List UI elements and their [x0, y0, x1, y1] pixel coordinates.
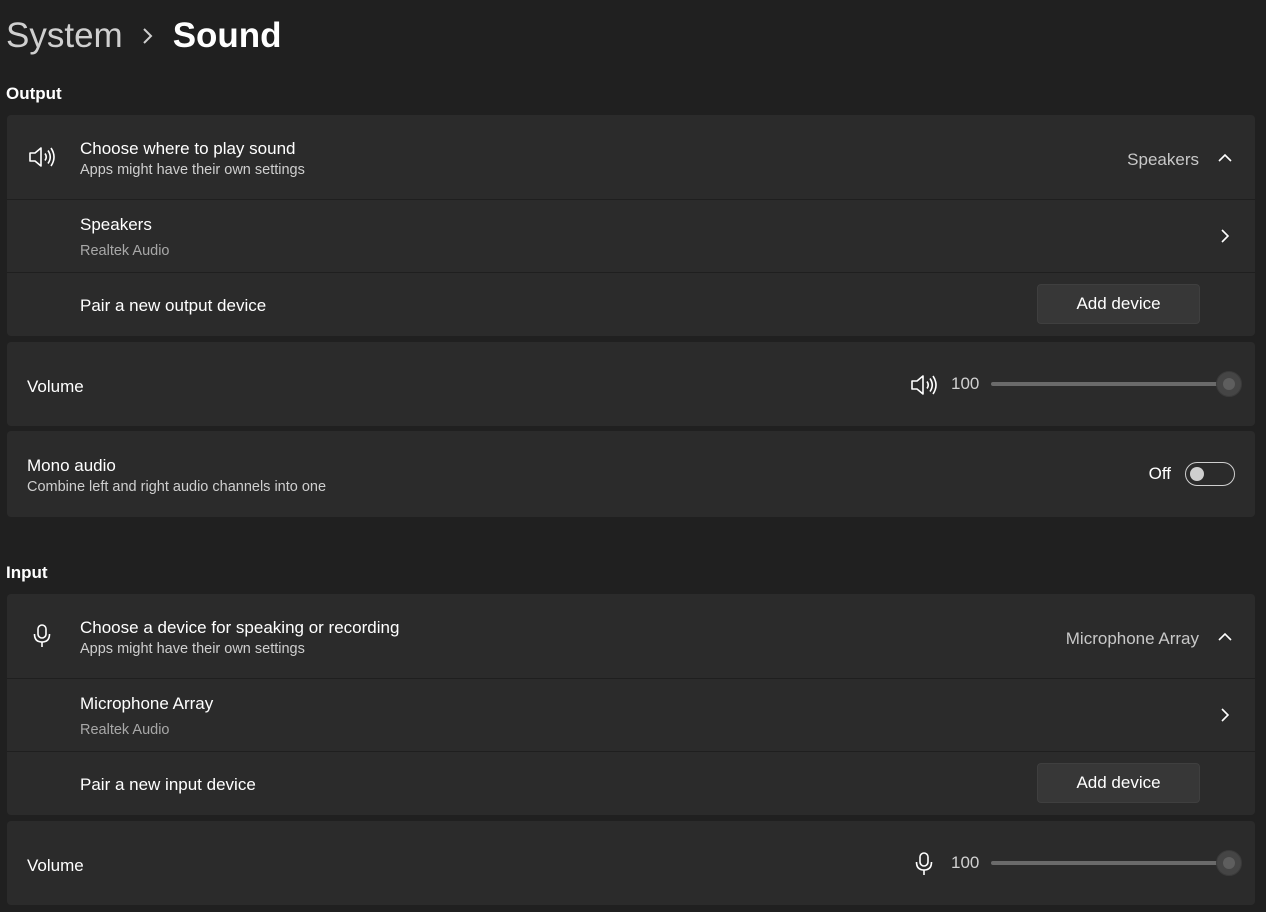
pair-input-label: Pair a new input device	[80, 775, 256, 794]
input-device-driver: Realtek Audio	[80, 722, 170, 738]
output-volume-slider[interactable]	[991, 371, 1242, 397]
microphone-icon	[27, 621, 57, 651]
breadcrumb-system[interactable]: System	[6, 16, 123, 56]
add-input-device-button[interactable]: Add device	[1037, 763, 1200, 803]
selected-output-device: Speakers	[1127, 150, 1199, 169]
input-volume-thumb[interactable]	[1216, 850, 1242, 876]
chevron-right-icon	[141, 25, 155, 47]
choose-output-row[interactable]: Choose where to play sound Apps might ha…	[7, 115, 1255, 200]
pair-output-label: Pair a new output device	[80, 296, 267, 315]
choose-input-row[interactable]: Choose a device for speaking or recordin…	[7, 594, 1255, 679]
output-device-name: Speakers	[80, 215, 152, 234]
section-title-input: Input	[6, 563, 48, 582]
input-devices-card: Choose a device for speaking or recordin…	[7, 594, 1255, 815]
output-devices-card: Choose where to play sound Apps might ha…	[7, 115, 1255, 336]
output-volume-thumb[interactable]	[1216, 371, 1242, 397]
input-volume-slider[interactable]	[991, 850, 1242, 876]
pair-output-row: Pair a new output device Add device	[7, 273, 1255, 336]
chevron-up-icon[interactable]	[1215, 148, 1235, 168]
chevron-right-icon[interactable]	[1215, 705, 1235, 725]
output-volume-slider-group: 100	[951, 371, 1242, 397]
choose-input-subtitle: Apps might have their own settings	[80, 641, 305, 657]
mono-audio-subtitle: Combine left and right audio channels in…	[27, 479, 327, 495]
output-volume-value: 100	[951, 374, 980, 393]
mono-audio-state: Off	[1148, 464, 1171, 483]
output-device-speakers[interactable]: Speakers Realtek Audio	[7, 200, 1255, 273]
add-output-device-button[interactable]: Add device	[1037, 284, 1200, 324]
input-volume-slider-group: 100	[951, 850, 1242, 876]
chevron-right-icon[interactable]	[1215, 226, 1235, 246]
input-device-microphone-array[interactable]: Microphone Array Realtek Audio	[7, 679, 1255, 752]
page-title: Sound	[172, 16, 282, 55]
input-device-name: Microphone Array	[80, 694, 214, 713]
input-volume-card: Volume 100	[7, 821, 1255, 905]
output-volume-card: Volume 100	[7, 342, 1255, 426]
output-device-driver: Realtek Audio	[80, 243, 170, 259]
pair-input-row: Pair a new input device Add device	[7, 752, 1255, 815]
speaker-icon	[27, 142, 57, 172]
breadcrumb: System Sound	[6, 14, 282, 58]
microphone-icon[interactable]	[909, 849, 939, 879]
mono-audio-title: Mono audio	[27, 456, 116, 475]
speaker-icon[interactable]	[909, 370, 939, 400]
choose-output-subtitle: Apps might have their own settings	[80, 162, 305, 178]
chevron-up-icon[interactable]	[1215, 627, 1235, 647]
choose-input-title: Choose a device for speaking or recordin…	[80, 618, 400, 637]
selected-input-device: Microphone Array	[1065, 629, 1199, 648]
input-volume-label: Volume	[27, 856, 84, 875]
section-title-output: Output	[6, 84, 62, 103]
input-volume-value: 100	[951, 853, 980, 872]
choose-output-title: Choose where to play sound	[80, 139, 296, 158]
output-volume-label: Volume	[27, 377, 84, 396]
mono-audio-toggle[interactable]	[1185, 462, 1235, 486]
mono-audio-card: Mono audio Combine left and right audio …	[7, 431, 1255, 517]
